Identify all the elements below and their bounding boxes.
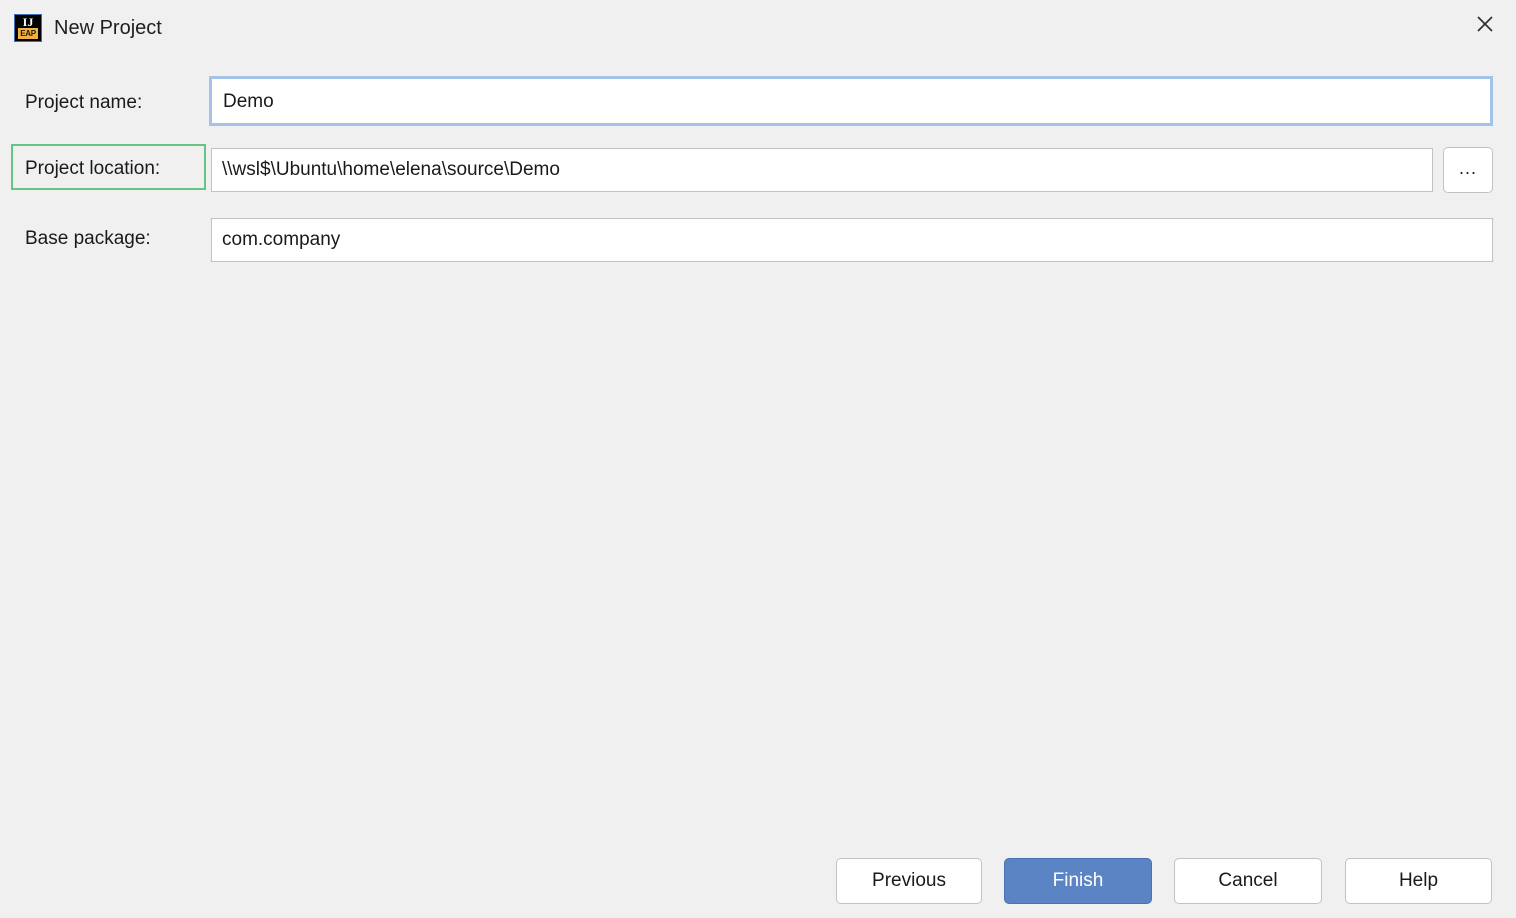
close-button[interactable] (1454, 0, 1516, 48)
base-package-label: Base package: (25, 228, 151, 249)
project-location-row: Project location: \\wsl$\Ubuntu\home\ele… (0, 142, 1516, 196)
base-package-input[interactable]: com.company (211, 218, 1493, 262)
icon-primary-text: IJ (22, 15, 34, 29)
finish-button[interactable]: Finish (1004, 858, 1152, 904)
project-location-input[interactable]: \\wsl$\Ubuntu\home\elena\source\Demo (211, 148, 1433, 192)
browse-location-button[interactable]: ... (1443, 147, 1493, 193)
project-name-row: Project name: Demo (0, 72, 1516, 134)
project-name-input[interactable]: Demo (209, 76, 1493, 126)
dialog-footer: Previous Finish Cancel Help (0, 856, 1516, 918)
close-icon (1477, 16, 1493, 32)
window-title: New Project (54, 17, 162, 39)
project-location-label: Project location: (25, 158, 161, 179)
previous-button[interactable]: Previous (836, 858, 982, 904)
base-package-row: Base package: com.company (0, 212, 1516, 266)
new-project-form: Project name: Demo Project location: \\w… (0, 56, 1516, 856)
cancel-button[interactable]: Cancel (1174, 858, 1322, 904)
icon-badge-text: EAP (18, 28, 38, 39)
window-title-bar: IJ EAP New Project (0, 0, 1516, 56)
project-name-label: Project name: (25, 92, 143, 113)
intellij-idea-eap-icon: IJ EAP (14, 14, 42, 42)
project-name-input-value: Demo (212, 79, 1490, 123)
help-button[interactable]: Help (1345, 858, 1492, 904)
